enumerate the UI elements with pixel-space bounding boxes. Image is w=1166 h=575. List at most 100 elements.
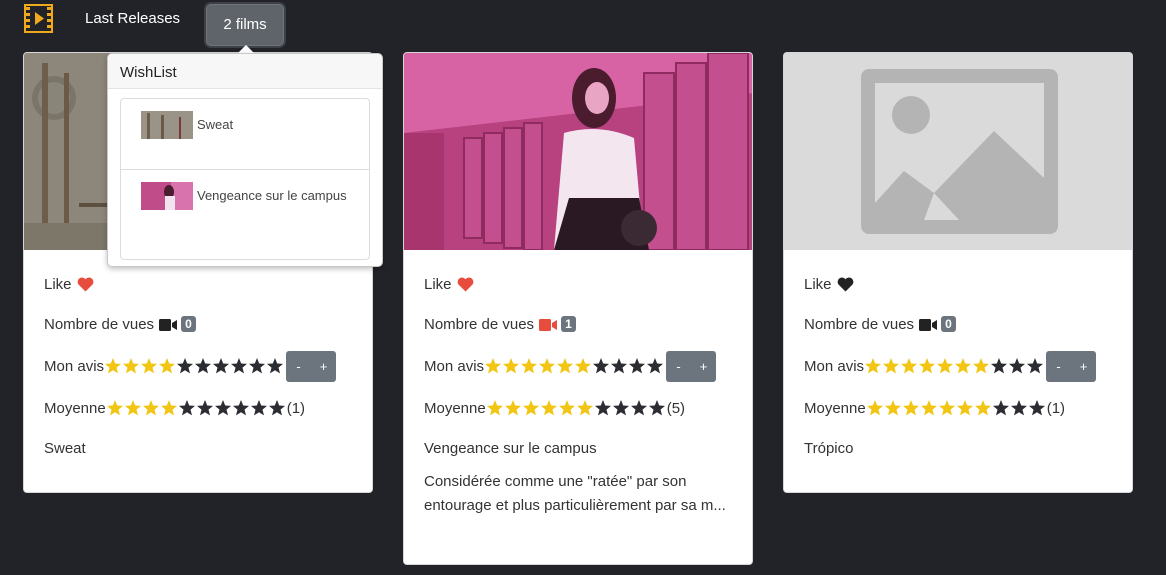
star-filled-icon[interactable] (484, 357, 502, 375)
rating-stepper: - + (666, 350, 717, 382)
average-label: Moyenne (804, 399, 866, 417)
star-empty-icon (612, 399, 630, 417)
nav-link-last-releases[interactable]: Last Releases (85, 10, 180, 27)
star-filled-icon[interactable] (520, 357, 538, 375)
film-title-row: Vengeance sur le campus (424, 428, 732, 468)
wishlist-item-title: Vengeance sur le campus (197, 188, 347, 203)
star-empty-icon[interactable] (610, 357, 628, 375)
views-count-badge: 0 (181, 316, 196, 332)
star-empty-icon[interactable] (646, 357, 664, 375)
star-filled-icon[interactable] (574, 357, 592, 375)
star-empty-icon[interactable] (628, 357, 646, 375)
star-empty-icon (232, 399, 250, 417)
star-filled-icon (884, 399, 902, 417)
star-filled-icon (124, 399, 142, 417)
average-row: Moyenne (1) (44, 388, 352, 428)
heart-icon[interactable] (837, 277, 854, 292)
like-row: Like (424, 264, 732, 304)
star-filled-icon[interactable] (936, 357, 954, 375)
star-filled-icon[interactable] (864, 357, 882, 375)
star-empty-icon (250, 399, 268, 417)
star-filled-icon[interactable] (972, 357, 990, 375)
film-description: Considérée comme une "ratée" par son ent… (424, 473, 726, 514)
views-row: Nombre de vues 0 (44, 304, 352, 344)
star-filled-icon[interactable] (122, 357, 140, 375)
star-filled-icon[interactable] (556, 357, 574, 375)
star-empty-icon (214, 399, 232, 417)
heart-icon[interactable] (77, 277, 94, 292)
heart-icon[interactable] (457, 277, 474, 292)
star-empty-icon[interactable] (248, 357, 266, 375)
star-empty-icon[interactable] (176, 357, 194, 375)
star-empty-icon (178, 399, 196, 417)
rating-count: (1) (1046, 399, 1066, 417)
star-filled-icon[interactable] (918, 357, 936, 375)
rating-count: (1) (286, 399, 306, 417)
wishlist-item[interactable]: Sweat (121, 99, 369, 169)
star-filled-icon (522, 399, 540, 417)
star-filled-icon (142, 399, 160, 417)
placeholder-image-icon[interactable] (784, 53, 1132, 250)
my-rating-label: Mon avis (424, 357, 485, 375)
film-card-tropico: Like Nombre de vues 0 Mon avis - + Moyen… (783, 52, 1133, 493)
rating-increase-button[interactable]: + (691, 350, 717, 382)
star-filled-icon[interactable] (502, 357, 520, 375)
star-empty-icon (648, 399, 666, 417)
star-filled-icon[interactable] (954, 357, 972, 375)
average-row: Moyenne (1) (804, 388, 1112, 428)
star-filled-icon (486, 399, 504, 417)
star-filled-icon[interactable] (900, 357, 918, 375)
my-rating-stars[interactable] (484, 357, 664, 375)
film-card-vengeance: Like Nombre de vues 1 Mon avis - + Moyen… (403, 52, 753, 565)
star-filled-icon[interactable] (140, 357, 158, 375)
star-empty-icon (594, 399, 612, 417)
wishlist-thumbnail (141, 182, 193, 210)
film-title: Trópico (804, 439, 854, 457)
film-logo-icon[interactable] (24, 4, 53, 33)
star-filled-icon[interactable] (104, 357, 122, 375)
video-camera-icon[interactable] (919, 318, 938, 331)
average-stars (866, 399, 1046, 417)
rating-decrease-button[interactable]: - (666, 350, 692, 382)
like-label: Like (424, 275, 452, 293)
star-filled-icon (106, 399, 124, 417)
views-row: Nombre de vues 1 (424, 304, 732, 344)
wishlist-title: WishList (108, 54, 382, 89)
views-label: Nombre de vues (804, 315, 915, 333)
star-empty-icon[interactable] (230, 357, 248, 375)
rating-count: (5) (666, 399, 686, 417)
star-empty-icon[interactable] (266, 357, 284, 375)
film-poster-vengeance[interactable] (404, 53, 752, 250)
rating-decrease-button[interactable]: - (1046, 350, 1072, 382)
star-empty-icon[interactable] (212, 357, 230, 375)
star-filled-icon[interactable] (882, 357, 900, 375)
star-empty-icon[interactable] (990, 357, 1008, 375)
rating-increase-button[interactable]: + (1071, 350, 1097, 382)
video-camera-icon[interactable] (539, 318, 558, 331)
star-empty-icon[interactable] (1008, 357, 1026, 375)
video-camera-icon[interactable] (159, 318, 178, 331)
star-empty-icon[interactable] (1026, 357, 1044, 375)
star-empty-icon[interactable] (194, 357, 212, 375)
star-filled-icon (974, 399, 992, 417)
like-label: Like (44, 275, 72, 293)
star-filled-icon (866, 399, 884, 417)
rating-stepper: - + (1046, 350, 1097, 382)
average-label: Moyenne (44, 399, 106, 417)
my-rating-stars[interactable] (104, 357, 284, 375)
star-empty-icon (268, 399, 286, 417)
wishlist-thumbnail (141, 111, 193, 139)
rating-decrease-button[interactable]: - (286, 350, 312, 382)
wishlist-popover: WishList Sweat Vengeance sur le campus (107, 53, 383, 267)
star-empty-icon[interactable] (592, 357, 610, 375)
wishlist-item[interactable]: Vengeance sur le campus (121, 169, 369, 239)
star-filled-icon[interactable] (158, 357, 176, 375)
rating-increase-button[interactable]: + (311, 350, 337, 382)
like-label: Like (804, 275, 832, 293)
star-filled-icon (558, 399, 576, 417)
star-filled-icon[interactable] (538, 357, 556, 375)
my-rating-stars[interactable] (864, 357, 1044, 375)
wishlist-button[interactable]: 2 films (206, 4, 284, 46)
popover-arrow (238, 45, 254, 53)
wishlist-item-title: Sweat (197, 117, 234, 132)
